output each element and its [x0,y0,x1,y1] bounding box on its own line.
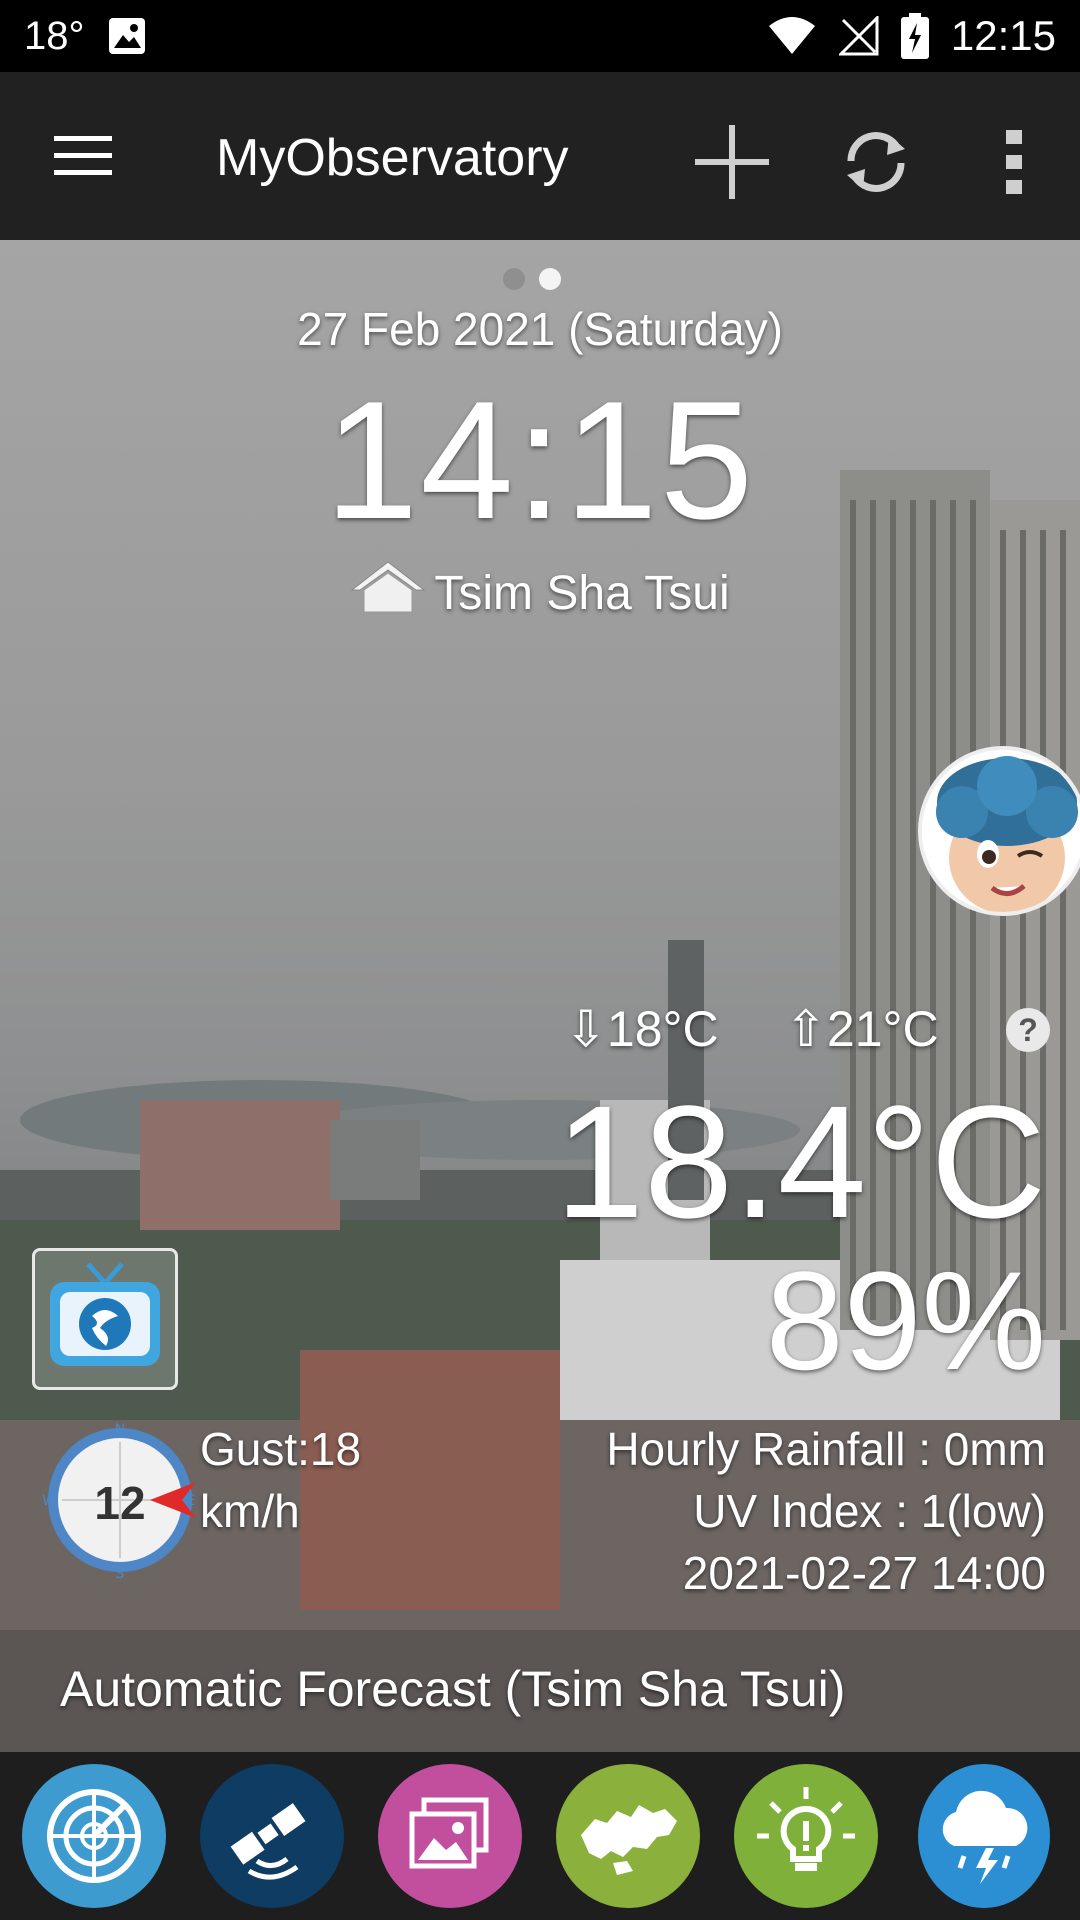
clock: 14:15 [324,366,756,554]
hourly-rainfall: Hourly Rainfall : 0mm [606,1423,1046,1475]
menu-icon[interactable] [54,136,112,181]
storm-icon[interactable] [918,1764,1050,1908]
max-temperature: ⇧21°C [785,1001,939,1057]
current-temperature: 18.4°C [555,1072,1046,1251]
hk-map-icon[interactable] [556,1764,700,1908]
location[interactable]: Tsim Sha Tsui [0,560,1080,626]
image-notification-icon [107,16,147,56]
min-temperature: ⇩18°C [565,1001,719,1057]
page-dot-active[interactable] [539,268,561,290]
page-indicator [503,268,561,290]
weather-tv-icon [50,1262,160,1366]
gust-unit: km/h [200,1485,300,1537]
compass-west: W [42,1493,56,1509]
wind-speed: 12 [94,1477,146,1529]
app-title: MyObservatory [216,129,569,187]
compass-north: N [115,1422,125,1438]
wifi-icon [767,16,817,56]
weather-panel[interactable]: 27 Feb 2021 (Saturday) 14:15 Tsim Sha Ts… [0,240,1080,1752]
page-dot[interactable] [503,268,525,290]
app-bar: MyObservatory [0,72,1080,240]
gallery-icon[interactable] [378,1764,522,1908]
status-bar: 18° 12:15 [0,0,1080,72]
compass-east: E [187,1493,196,1509]
refresh-icon[interactable] [834,120,918,204]
update-time: 2021-02-27 14:00 [682,1547,1046,1599]
gust-value: Gust:18 [200,1423,362,1475]
add-icon[interactable] [690,120,774,204]
relative-humidity: 89% [765,1242,1046,1399]
more-vert-icon[interactable] [972,120,1056,204]
home-icon [350,560,426,626]
forecast-title[interactable]: Automatic Forecast (Tsim Sha Tsui) [60,1660,860,1718]
help-icon[interactable]: ? [1006,1008,1050,1052]
compass-south: S [116,1566,125,1580]
weather-tips-icon[interactable] [734,1764,878,1908]
uv-index: UV Index : 1(low) [693,1485,1046,1537]
weather-tv-button[interactable] [32,1248,178,1390]
status-time: 12:15 [950,12,1056,59]
battery-icon [900,13,929,59]
bottom-nav [0,1752,1080,1920]
avatar[interactable] [918,746,1080,916]
satellite-icon[interactable] [200,1764,344,1908]
no-signal-icon [838,16,879,56]
radar-icon[interactable] [22,1764,166,1908]
status-temperature: 18° [24,13,85,58]
location-name: Tsim Sha Tsui [434,566,730,620]
date-label: 27 Feb 2021 (Saturday) [297,303,783,355]
